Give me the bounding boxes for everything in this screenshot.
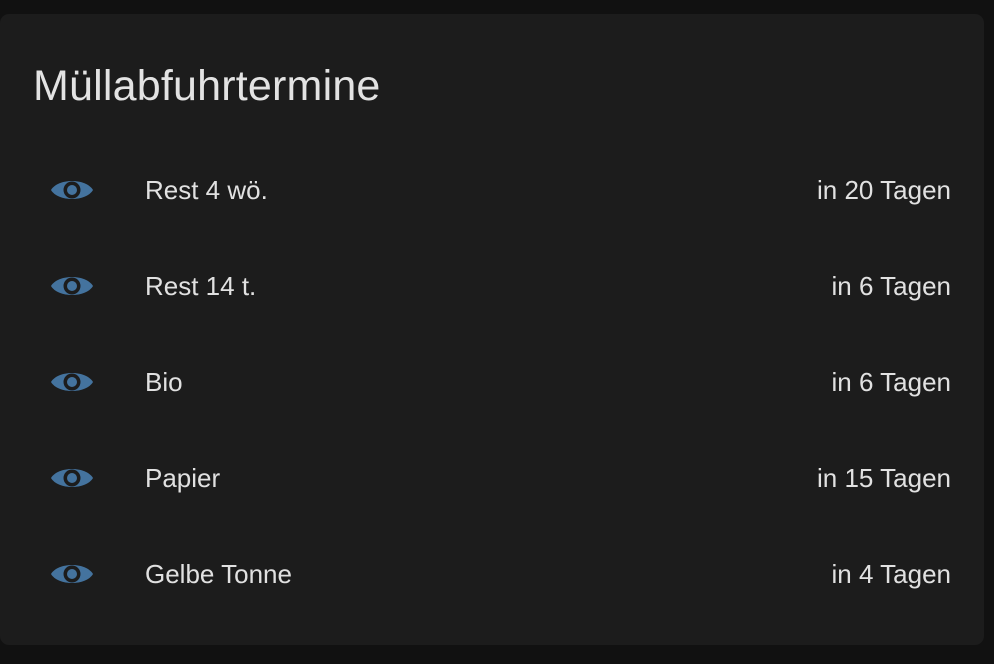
entity-row-papier[interactable]: Papier in 15 Tagen — [0, 430, 984, 526]
entity-name: Rest 14 t. — [145, 271, 257, 301]
entity-row-bio[interactable]: Bio in 6 Tagen — [0, 334, 984, 430]
entity-state[interactable]: in 4 Tagen — [831, 558, 951, 590]
entity-row-rest-4-woe[interactable]: Rest 4 wö. in 20 Tagen — [0, 142, 984, 238]
entity-name: Gelbe Tonne — [145, 559, 292, 589]
eye-icon — [48, 460, 96, 496]
entity-name: Rest 4 wö. — [145, 175, 268, 205]
eye-icon — [48, 172, 96, 208]
entity-state[interactable]: in 15 Tagen — [817, 462, 951, 494]
entity-name: Bio — [145, 367, 183, 397]
eye-icon — [48, 556, 96, 592]
entity-row-rest-14-t[interactable]: Rest 14 t. in 6 Tagen — [0, 238, 984, 334]
entity-name: Papier — [145, 463, 221, 493]
entities-card: Müllabfuhrtermine Rest 4 wö. in 20 Tagen — [0, 14, 984, 645]
entity-row-gelbe-tonne[interactable]: Gelbe Tonne in 4 Tagen — [0, 526, 984, 622]
eye-icon — [48, 364, 96, 400]
eye-icon — [48, 268, 96, 304]
entity-state[interactable]: in 20 Tagen — [817, 174, 951, 206]
entity-state[interactable]: in 6 Tagen — [831, 270, 951, 302]
entity-state[interactable]: in 6 Tagen — [831, 366, 951, 398]
entity-list: Rest 4 wö. in 20 Tagen Rest 14 t. in 6 T… — [0, 142, 984, 622]
card-title: Müllabfuhrtermine — [33, 62, 381, 110]
